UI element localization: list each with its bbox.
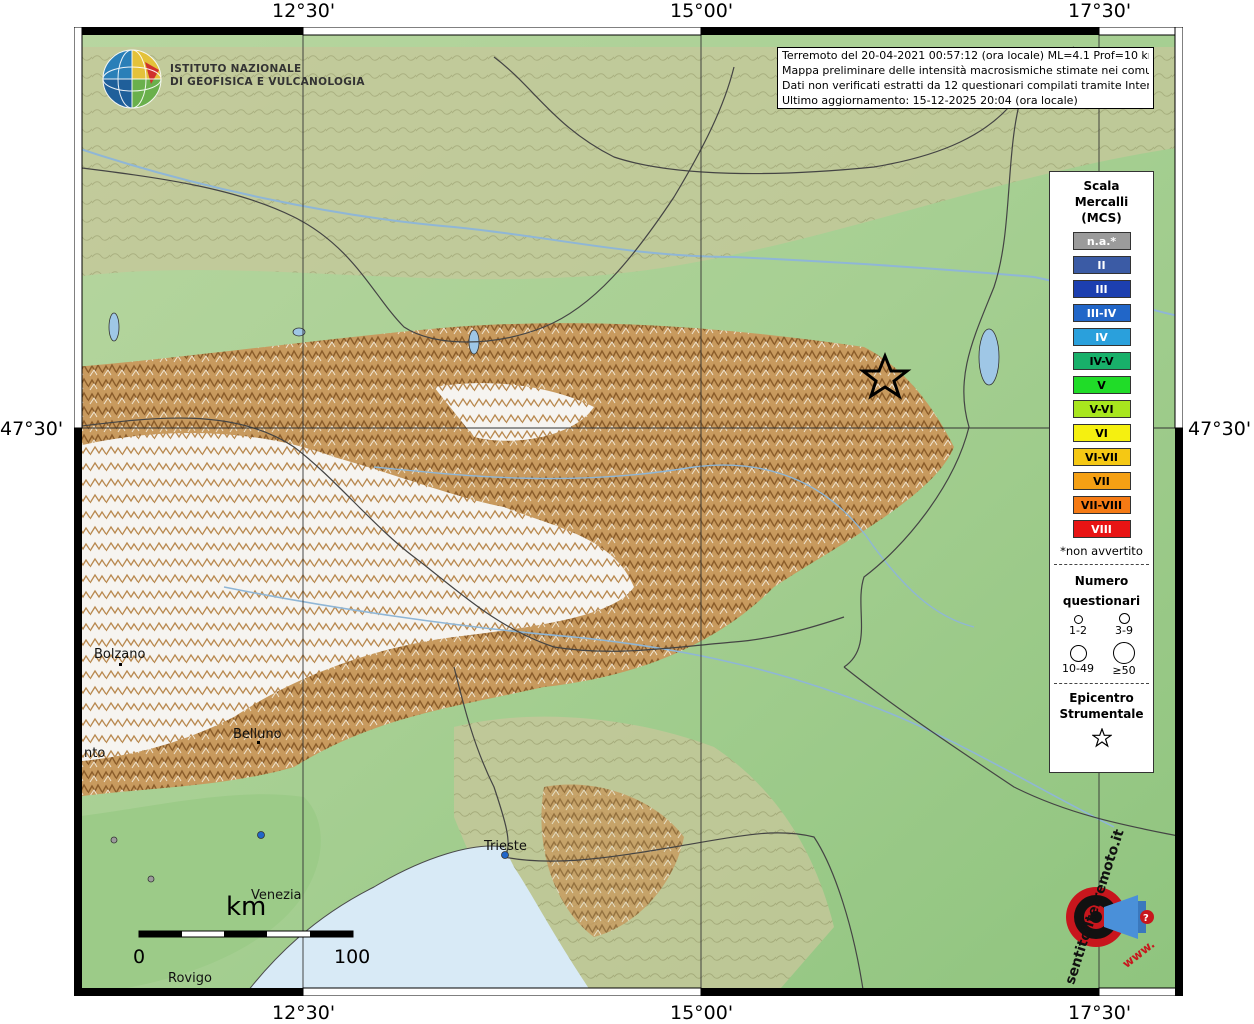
lon-tick-bottom-3: 17°30' — [1068, 1002, 1132, 1024]
q-circle-large-icon — [1069, 645, 1087, 662]
city-bolzano: Bolzano — [94, 647, 146, 662]
city-belluno: Belluno — [233, 727, 282, 742]
legend-title: Scala Mercalli (MCS) — [1050, 178, 1153, 226]
mcs-level-5: IV-V — [1072, 352, 1131, 370]
q-circle-medium-icon — [1118, 613, 1130, 624]
questionari-size-key: 1-2 3-9 10-49 ≥50 — [1050, 611, 1153, 677]
institute-line1: ISTITUTO NAZIONALE — [170, 63, 302, 75]
frame-bar-bottom-1 — [74, 988, 303, 996]
q-label-2: 3-9 — [1115, 624, 1133, 637]
frame-bar-bottom-3 — [701, 988, 1099, 996]
questionnaire-point[interactable] — [147, 875, 155, 883]
mcs-level-6: V — [1072, 376, 1131, 394]
mcs-level-7: V-VI — [1072, 400, 1131, 418]
map-frame — [74, 27, 1183, 996]
frame-bar-left-1 — [74, 27, 83, 429]
legend-divider — [1054, 683, 1149, 684]
lake-neusiedl — [978, 328, 1000, 386]
q-label-4: ≥50 — [1112, 664, 1136, 677]
lon-tick-top-1: 12°30' — [272, 0, 336, 22]
city-belluno-dot — [257, 741, 260, 744]
q-label-1: 1-2 — [1069, 624, 1087, 637]
epicentro-title-2: Strumentale — [1059, 707, 1144, 721]
questionari-title-2: questionari — [1062, 594, 1141, 608]
mcs-scale-list: n.a.* II III III-IV IV IV-V V V-VI VI VI-VII VII VI… — [1050, 232, 1153, 538]
questionari-title: Numero questionari — [1050, 571, 1153, 611]
frame-bar-top-3 — [701, 27, 1099, 35]
q-size-4: ≥50 — [1104, 642, 1144, 677]
scale-bar — [138, 930, 354, 938]
questionari-title-1: Numero — [1074, 574, 1129, 588]
q-circle-small-icon — [1073, 615, 1083, 624]
mcs-level-4: IV — [1072, 328, 1131, 346]
lon-tick-bottom-1: 12°30' — [272, 1002, 336, 1024]
legend-title-1: Scala — [1083, 179, 1120, 193]
mcs-level-1: II — [1072, 256, 1131, 274]
city-rovigo: Rovigo — [168, 971, 212, 986]
terrain-map[interactable] — [74, 27, 1183, 996]
mcs-level-0: n.a.* — [1072, 232, 1131, 250]
city-trento: nto — [84, 746, 106, 761]
event-info-line4: Ultimo aggiornamento: 15-12-2025 20:04 (… — [782, 94, 1078, 107]
mcs-level-10: VII — [1072, 472, 1131, 490]
scalebar-start: 0 — [133, 946, 146, 968]
svg-text:?: ? — [1143, 913, 1149, 924]
institute-line2: DI GEOFISICA E VULCANOLOGIA — [170, 76, 365, 88]
mcs-level-11: VII-VIII — [1072, 496, 1131, 514]
mcs-level-8: VI — [1072, 424, 1131, 442]
q-size-1: 1-2 — [1058, 615, 1098, 637]
questionnaire-point[interactable] — [257, 831, 265, 839]
legend-title-3: (MCS) — [1081, 211, 1122, 225]
sentito-badge[interactable]: ? sentitoilterremoto.it www. — [1038, 827, 1163, 986]
q-circle-xlarge-icon — [1113, 642, 1135, 664]
frame-bar-bottom-2 — [302, 987, 702, 996]
q-size-2: 3-9 — [1104, 613, 1144, 637]
mcs-level-12: VIII — [1072, 520, 1131, 538]
mcs-legend: Scala Mercalli (MCS) n.a.* II III III-IV IV I… — [1049, 171, 1154, 773]
event-info-box: Terremoto del 20-04-2021 00:57:12 (ora l… — [777, 47, 1154, 109]
frame-bar-bottom-4 — [1098, 987, 1183, 996]
event-info-line3: Dati non verificati estratti da 12 quest… — [782, 79, 1149, 92]
legend-star-icon — [1091, 728, 1112, 748]
frame-bar-top-4 — [1098, 27, 1183, 36]
lon-tick-bottom-2: 15°00' — [670, 1002, 734, 1024]
frame-bar-right-1 — [1174, 27, 1183, 429]
frame-bar-right-2 — [1175, 428, 1183, 996]
event-info-line1: Terremoto del 20-04-2021 00:57:12 (ora l… — [782, 49, 1149, 62]
lon-tick-top-2: 15°00' — [670, 0, 734, 22]
institute-name: ISTITUTO NAZIONALE DI GEOFISICA E VULCAN… — [170, 63, 365, 89]
ingv-globe-logo — [102, 49, 162, 109]
mcs-level-9: VI-VII — [1072, 448, 1131, 466]
mcs-level-3: III-IV — [1072, 304, 1131, 322]
scalebar-end: 100 — [334, 946, 371, 968]
city-trieste: Trieste — [484, 839, 527, 854]
frame-bar-top-1 — [74, 27, 303, 35]
frame-bar-top-2 — [302, 27, 702, 36]
questionnaire-point[interactable] — [110, 836, 118, 844]
city-bolzano-dot — [119, 663, 122, 666]
legend-title-2: Mercalli — [1074, 195, 1129, 209]
mcs-level-2: III — [1072, 280, 1131, 298]
scalebar-unit: km — [226, 892, 267, 922]
q-label-3: 10-49 — [1062, 662, 1094, 675]
frame-bar-left-2 — [74, 428, 82, 996]
event-info-line2: Mappa preliminare delle intensità macros… — [782, 64, 1149, 77]
legend-note: *non avvertito — [1060, 544, 1143, 558]
lake-small-1 — [108, 312, 120, 342]
epicentro-title-1: Epicentro — [1069, 691, 1134, 705]
lat-tick-right: 47°30' — [1188, 418, 1252, 440]
lat-tick-left: 47°30' — [0, 418, 64, 440]
epicentro-title: Epicentro Strumentale — [1050, 690, 1153, 722]
lon-tick-top-3: 17°30' — [1068, 0, 1132, 22]
q-size-3: 10-49 — [1058, 645, 1098, 675]
legend-divider — [1054, 564, 1149, 565]
